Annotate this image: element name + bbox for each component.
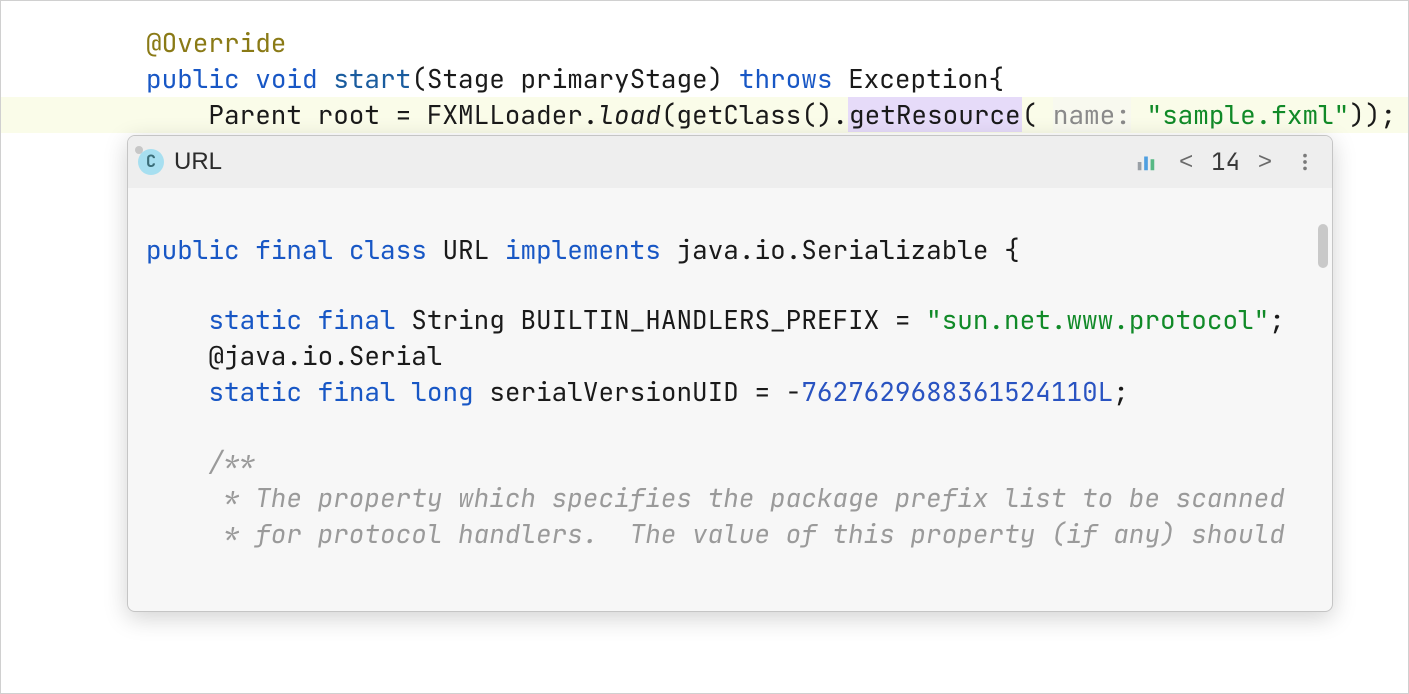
next-button[interactable]: > [1252,146,1278,178]
more-icon[interactable] [1288,149,1322,175]
code-line: static final String BUILTIN_HANDLERS_PRE… [128,302,1332,338]
code-line: /** [128,444,1332,480]
code-line: public final class URL implements java.i… [128,232,1332,268]
code-line: * The property which specifies the packa… [128,480,1332,516]
page-number: 14 [1209,147,1242,178]
code-line: @java.io.Serial [128,338,1332,374]
code-line: static final long serialVersionUID = -76… [128,374,1332,410]
editor-line-highlighted[interactable]: Parent root = FXMLLoader.load(getClass()… [1,97,1408,133]
code-line: * for protocol handlers. The value of th… [128,516,1332,552]
editor-line[interactable]: public void start(Stage primaryStage) th… [1,61,1408,97]
editor-frame: @Override public void start(Stage primar… [0,0,1409,694]
editor-line[interactable]: @Override [1,25,1408,61]
popup-header: C URL < 14 > [128,136,1332,188]
usage-icon[interactable] [1129,149,1163,175]
popup-title: URL [174,148,222,176]
param-hint: name: [1053,97,1131,132]
popup-body[interactable]: public final class URL implements java.i… [128,188,1332,611]
class-icon: C [138,149,164,175]
override-annotation: @Override [146,25,286,60]
selected-identifier: getResource [848,97,1022,132]
quick-definition-popup: C URL < 14 > public final class URL impl… [127,135,1333,612]
prev-button[interactable]: < [1173,146,1199,178]
